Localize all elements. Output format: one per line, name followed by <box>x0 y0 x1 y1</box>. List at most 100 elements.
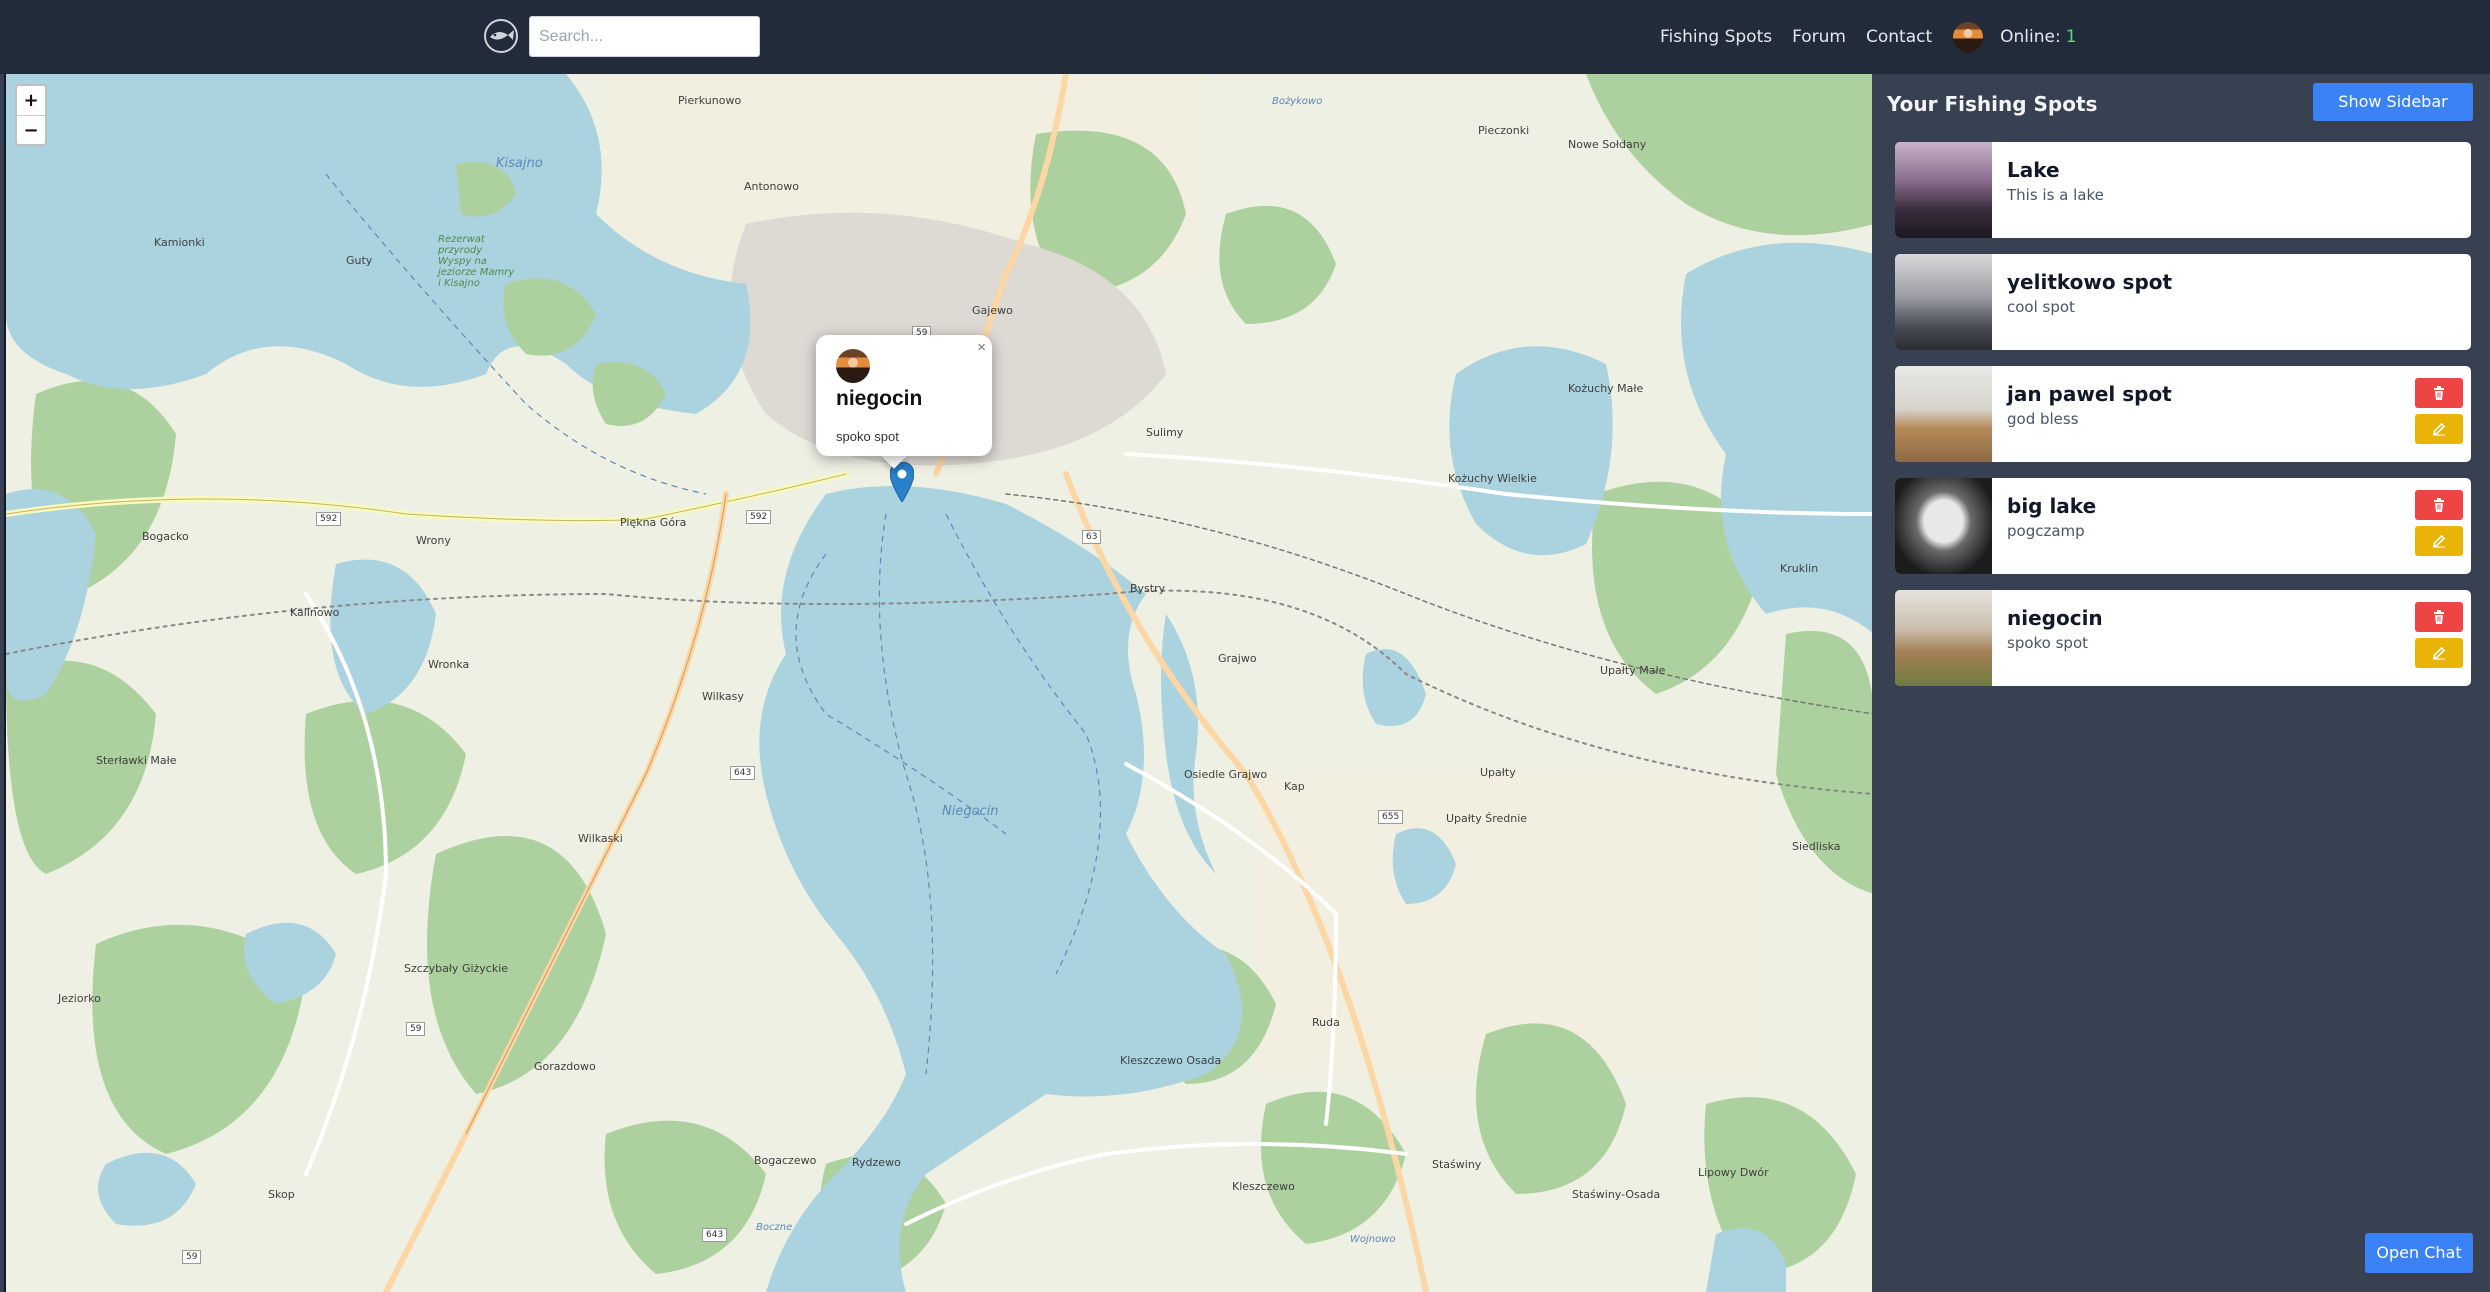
delete-spot-button[interactable] <box>2415 602 2463 632</box>
delete-spot-button[interactable] <box>2415 378 2463 408</box>
trash-icon <box>2434 610 2444 624</box>
spot-title: niegocin <box>2007 606 2103 630</box>
spot-title: Lake <box>2007 158 2060 182</box>
zoom-control: + − <box>15 84 47 146</box>
map-label: Kleszczewo <box>1232 1180 1295 1193</box>
spot-card[interactable]: yelitkowo spot cool spot <box>1895 254 2471 350</box>
map-label: Kalinowo <box>290 606 340 619</box>
spot-thumbnail <box>1895 366 1992 462</box>
popup-description: spoko spot <box>836 429 899 444</box>
spot-thumbnail <box>1895 254 1992 350</box>
spot-description: cool spot <box>2007 298 2075 316</box>
nav-link-forum[interactable]: Forum <box>1792 27 1846 47</box>
map-label: Gorazdowo <box>534 1060 596 1073</box>
nav-link-fishing-spots[interactable]: Fishing Spots <box>1660 27 1772 47</box>
map-label: Pierkunowo <box>678 94 742 107</box>
map-label: Kożuchy Małe <box>1568 382 1644 395</box>
map-label: Osiedle Grajwo <box>1184 768 1268 781</box>
online-status: Online: 1 <box>2000 27 2076 47</box>
map-label: Antonowo <box>744 180 799 193</box>
trash-icon <box>2434 498 2444 512</box>
map-view[interactable]: Pierkunowo Antonowo Kamionki Guty Kisajn… <box>4 74 1872 1292</box>
map-label: Pieczonki <box>1478 124 1530 137</box>
map-label: Wilkaski <box>578 832 623 845</box>
popup-close-button[interactable]: × <box>977 339 986 356</box>
popup-avatar <box>836 349 870 383</box>
road-number: 63 <box>1082 530 1102 544</box>
delete-spot-button[interactable] <box>2415 490 2463 520</box>
map-label: Upałty <box>1480 766 1516 779</box>
spot-description: This is a lake <box>2007 186 2104 204</box>
pencil-icon <box>2432 646 2446 660</box>
spot-description: god bless <box>2007 410 2079 428</box>
map-label: Upałty Małe <box>1600 664 1666 677</box>
spot-description: spoko spot <box>2007 634 2089 652</box>
map-label: Sterławki Małe <box>96 754 177 767</box>
map-label: Kożuchy Wielkie <box>1448 472 1537 485</box>
zoom-in-button[interactable]: + <box>17 86 45 115</box>
sidebar-title: Your Fishing Spots <box>1887 92 2098 116</box>
map-label: Wilkasy <box>702 690 744 703</box>
edit-spot-button[interactable] <box>2415 638 2463 668</box>
map-label: Grajwo <box>1218 652 1257 665</box>
map-label: Szczybały Giżyckie <box>404 962 509 975</box>
map-label: Gajewo <box>972 304 1013 317</box>
map-label: Sulimy <box>1146 426 1184 439</box>
nav-link-contact[interactable]: Contact <box>1866 27 1932 47</box>
road-number: 643 <box>702 1228 728 1242</box>
map-label: Piękna Góra <box>620 516 687 529</box>
spot-card[interactable]: niegocin spoko spot <box>1895 590 2471 686</box>
spot-actions <box>2415 602 2463 674</box>
map-tiles[interactable] <box>6 74 1872 1292</box>
road-number: 59 <box>182 1250 202 1264</box>
map-label: Kruklin <box>1780 562 1819 575</box>
pencil-icon <box>2432 422 2446 436</box>
show-sidebar-button[interactable]: Show Sidebar <box>2313 83 2473 121</box>
spot-card[interactable]: jan pawel spot god bless <box>1895 366 2471 462</box>
map-label-water: Niegocin <box>942 804 999 819</box>
road-number: 59 <box>406 1022 426 1036</box>
map-label: Nowe Sołdany <box>1568 138 1647 151</box>
map-label: Staświny <box>1432 1158 1482 1171</box>
map-label-water: Wojnowo <box>1350 1234 1396 1245</box>
spot-thumbnail <box>1895 142 1992 238</box>
road-number: 655 <box>1378 810 1404 824</box>
trash-icon <box>2434 386 2444 400</box>
map-label-reserve: Rezerwat przyrody Wyspy na jeziorze Mamr… <box>438 234 515 289</box>
map-label-water: Boczne <box>756 1222 793 1233</box>
popup-title: niegocin <box>836 387 923 410</box>
spot-card[interactable]: Lake This is a lake <box>1895 142 2471 238</box>
pencil-icon <box>2432 534 2446 548</box>
map-label: Bogaczewo <box>754 1154 817 1167</box>
zoom-out-button[interactable]: − <box>17 115 45 144</box>
edit-spot-button[interactable] <box>2415 414 2463 444</box>
map-label: Siedliska <box>1792 840 1841 853</box>
map-label: Wronka <box>428 658 470 671</box>
map-label: Kap <box>1284 780 1305 793</box>
spot-actions <box>2415 490 2463 562</box>
edit-spot-button[interactable] <box>2415 526 2463 556</box>
road-number: 592 <box>746 510 772 524</box>
map-label: Wrony <box>416 534 451 547</box>
map-label: Skop <box>268 1188 295 1201</box>
map-label: Jeziorko <box>58 992 101 1005</box>
nav-links: Fishing Spots Forum Contact Online: 1 <box>1660 0 2077 74</box>
map-label: Bystry <box>1130 582 1166 595</box>
user-avatar[interactable] <box>1952 21 1985 53</box>
map-label-water: Kisajno <box>496 156 543 171</box>
map-label: Ruda <box>1312 1016 1340 1029</box>
spot-card[interactable]: big lake pogczamp <box>1895 478 2471 574</box>
search-input[interactable] <box>529 16 760 57</box>
spot-thumbnail <box>1895 590 1992 686</box>
map-label-water: Bożykowo <box>1272 96 1323 107</box>
spot-thumbnail <box>1895 478 1992 574</box>
spot-title: yelitkowo spot <box>2007 270 2173 294</box>
open-chat-button[interactable]: Open Chat <box>2365 1233 2473 1273</box>
spot-title: big lake <box>2007 494 2097 518</box>
online-label: Online: <box>2000 27 2061 47</box>
map-label: Bogacko <box>142 530 189 543</box>
map-label: Kamionki <box>154 236 205 249</box>
map-label: Kleszczewo Osada <box>1120 1054 1222 1067</box>
map-label: Rydzewo <box>852 1156 901 1169</box>
fish-logo-icon[interactable] <box>483 18 519 54</box>
